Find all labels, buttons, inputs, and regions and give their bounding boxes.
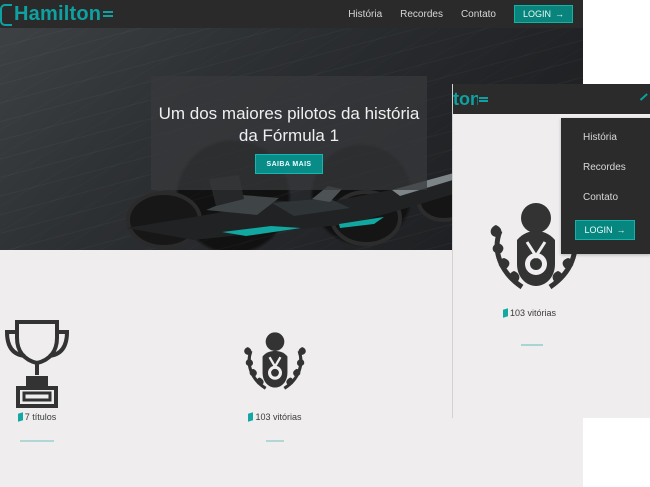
hero-title: Um dos maiores pilotos da história da Fó… <box>157 103 421 147</box>
logo-bracket-mark <box>0 4 12 26</box>
hero-title-line-1: Um dos maiores pilotos da história <box>158 104 420 124</box>
titles-label-row: 7 títulos <box>17 412 57 422</box>
label-accent-icon <box>248 412 254 422</box>
nav-link-contato[interactable]: Contato <box>461 9 496 20</box>
mobile-wins-label-row: 103 vitórias <box>503 308 556 318</box>
login-button[interactable]: LOGIN → <box>513 5 573 23</box>
arrow-right-icon: → <box>616 225 626 235</box>
mobile-logo-dash-mark <box>479 97 488 102</box>
label-accent-icon <box>17 412 23 422</box>
mobile-logo-text: ton <box>453 89 478 109</box>
arrow-right-icon: → <box>555 9 564 19</box>
mobile-wins-underline <box>521 344 543 346</box>
wins-count: 103 vitórias <box>255 412 302 422</box>
hero-message-card: Um dos maiores pilotos da história da Fó… <box>151 76 427 190</box>
login-button-label: LOGIN <box>522 9 551 19</box>
mobile-login-label: LOGIN <box>584 225 613 235</box>
titles-count: 7 títulos <box>24 412 57 422</box>
mobile-preview: ton História Recordes Contato LOGIN → 10… <box>452 84 650 418</box>
main-navigation: História Recordes Contato LOGIN → <box>348 0 573 28</box>
wins-underline <box>266 440 284 442</box>
mobile-login-button[interactable]: LOGIN → <box>575 220 635 240</box>
nav-link-recordes[interactable]: Recordes <box>400 9 443 20</box>
mobile-wins-count: 103 vitórias <box>510 308 557 318</box>
hero-title-line-2: da Fórmula 1 <box>238 126 340 146</box>
mobile-menu-historia[interactable]: História <box>583 132 617 143</box>
logo-dash-mark <box>103 11 114 17</box>
hamilton-logo[interactable]: Hamilton <box>0 2 114 26</box>
wins-label-row: 103 vitórias <box>248 412 302 422</box>
mobile-menu-recordes[interactable]: Recordes <box>583 162 626 173</box>
trophy-icon <box>2 320 72 410</box>
titles-stat: 7 títulos <box>2 320 72 442</box>
saiba-mais-button[interactable]: SAIBA MAIS <box>255 154 323 174</box>
titles-underline <box>20 440 54 442</box>
nav-link-historia[interactable]: História <box>348 9 382 20</box>
mobile-navigation-bar: ton <box>453 84 650 114</box>
top-navigation-bar: Hamilton História Recordes Contato LOGIN… <box>0 0 583 28</box>
label-accent-icon <box>503 308 508 318</box>
mobile-menu-contato[interactable]: Contato <box>583 192 618 203</box>
mobile-hamilton-logo[interactable]: ton <box>453 89 488 110</box>
medal-laurel-icon <box>240 320 310 410</box>
wins-stat: 103 vitórias <box>230 320 320 442</box>
logo-text: Hamilton <box>14 2 102 25</box>
medal-laurel-icon <box>244 332 306 390</box>
mobile-dropdown-menu: História Recordes Contato LOGIN → <box>561 118 650 254</box>
menu-close-icon[interactable] <box>639 93 650 107</box>
trophy-icon <box>4 320 70 408</box>
